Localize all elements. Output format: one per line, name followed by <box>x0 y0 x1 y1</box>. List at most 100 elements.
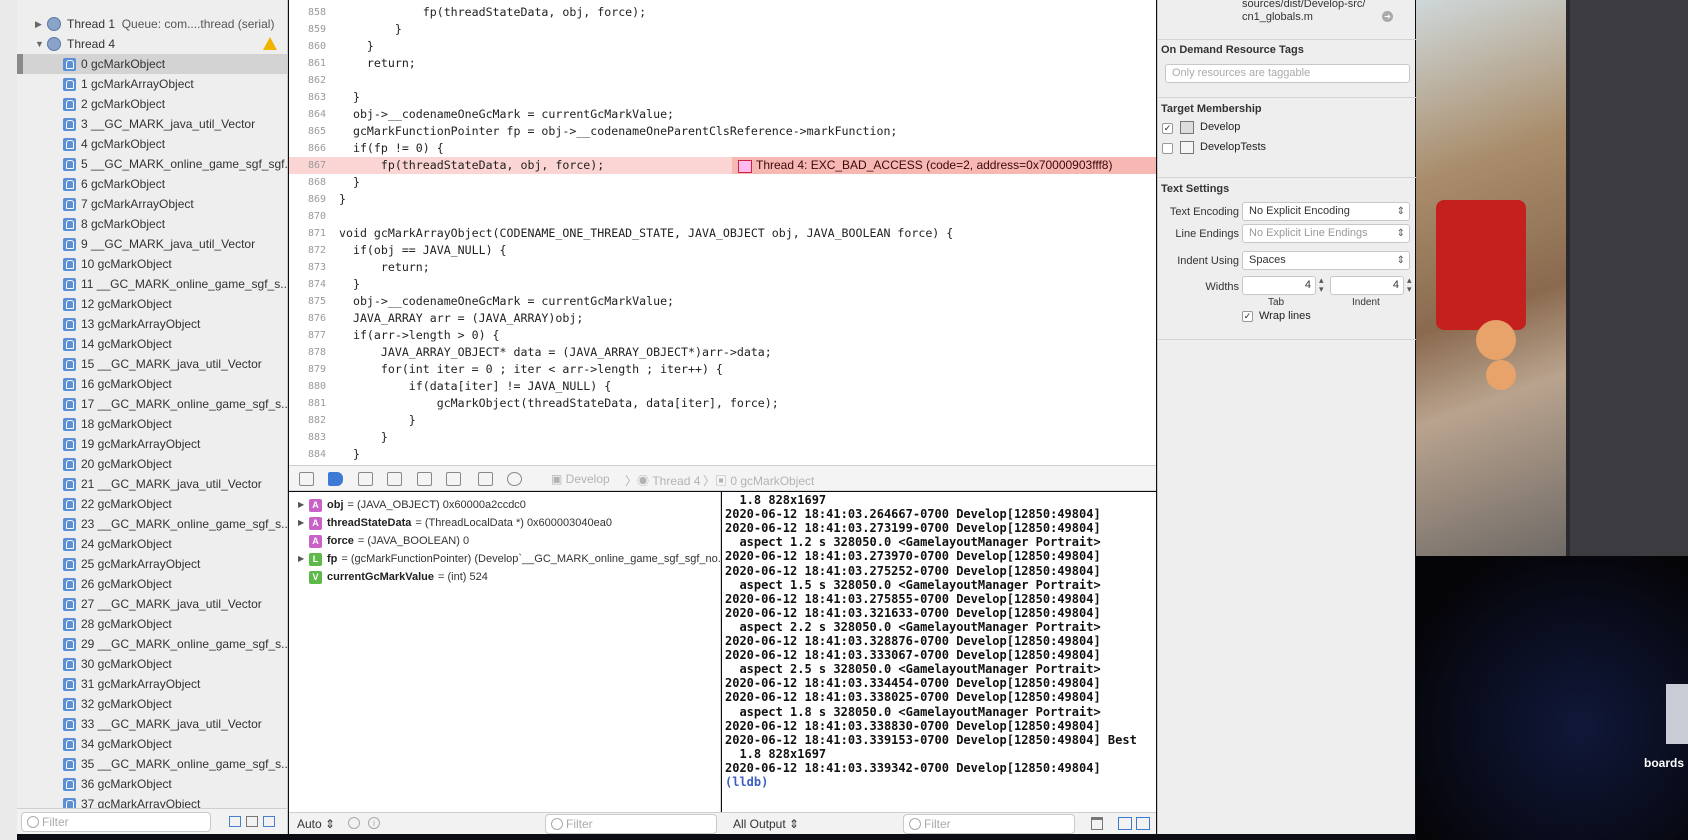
odr-tags-input[interactable]: Only resources are taggable <box>1165 64 1410 83</box>
stack-frame-row[interactable]: 1 gcMarkArrayObject <box>17 74 287 94</box>
stack-frame-row[interactable]: 12 gcMarkObject <box>17 294 287 314</box>
code-line[interactable]: 880 if(data[iter] != JAVA_NULL) { <box>289 378 1156 395</box>
code-line[interactable]: 882 } <box>289 412 1156 429</box>
variable-row[interactable]: ▶ Aobj = (JAVA_OBJECT) 0x60000a2ccdc0 <box>289 496 721 514</box>
code-line[interactable]: 883 } <box>289 429 1156 446</box>
variable-row[interactable]: ▶ Lfp = (gcMarkFunctionPointer) (Develop`_… <box>289 550 727 568</box>
code-line[interactable]: 863 } <box>289 89 1156 106</box>
code-line[interactable]: 869} <box>289 191 1156 208</box>
view-hierarchy-icon[interactable] <box>478 472 493 486</box>
target-developtests-checkbox[interactable] <box>1162 143 1173 154</box>
code-line[interactable]: 866 if(fp != 0) { <box>289 140 1156 157</box>
code-line[interactable]: 862 <box>289 72 1156 89</box>
text-encoding-popup[interactable]: No Explicit Encoding <box>1242 202 1410 221</box>
wrap-lines-checkbox[interactable]: ✓ <box>1242 311 1253 322</box>
desktop-file-label[interactable]: boards <box>1644 756 1684 770</box>
step-into-icon[interactable] <box>417 472 432 486</box>
code-line[interactable]: 874 } <box>289 276 1156 293</box>
reveal-in-finder-icon[interactable]: ➜ <box>1382 11 1393 22</box>
breakpoints-toggle-icon[interactable] <box>328 472 343 486</box>
filter-options-icon[interactable] <box>229 816 241 827</box>
indent-width-stepper[interactable]: ▴ ▾ <box>1407 276 1412 294</box>
code-line[interactable]: 861 return; <box>289 55 1156 72</box>
code-line[interactable]: 859 } <box>289 21 1156 38</box>
target-develop-checkbox[interactable]: ✓ <box>1162 123 1173 134</box>
variable-row[interactable]: VcurrentGcMarkValue = (int) 524 <box>289 568 721 586</box>
line-endings-popup[interactable]: No Explicit Line Endings <box>1242 224 1410 243</box>
desktop-file-icon[interactable] <box>1666 684 1688 744</box>
variables-scope-popup[interactable]: Auto ⇕ <box>297 817 335 831</box>
step-over-icon[interactable] <box>387 472 402 486</box>
code-line[interactable]: 871 void gcMarkArrayObject(CODENAME_ONE_T… <box>289 225 1156 242</box>
stack-frame-row[interactable]: 0 gcMarkObject <box>17 54 287 74</box>
variable-row[interactable]: Aforce = (JAVA_BOOLEAN) 0 <box>289 532 721 550</box>
code-line[interactable]: 870 <box>289 208 1156 225</box>
stack-frame-row[interactable]: 32 gcMarkObject <box>17 694 287 714</box>
output-popup[interactable]: All Output ⇕ <box>733 817 799 831</box>
disclosure-right-icon[interactable]: ▶ <box>298 514 304 532</box>
source-editor[interactable]: 858 fp(threadStateData, obj, force); 859 … <box>289 0 1156 465</box>
stack-frame-row[interactable]: 34 gcMarkObject <box>17 734 287 754</box>
code-line[interactable]: 865 gcMarkFunctionPointer fp = obj->__co… <box>289 123 1156 140</box>
stack-frame-row[interactable]: 2 gcMarkObject <box>17 94 287 114</box>
memory-graph-icon[interactable] <box>507 472 522 486</box>
stack-frame-row[interactable]: 36 gcMarkObject <box>17 774 287 794</box>
code-line[interactable]: 878 JAVA_ARRAY_OBJECT* data = (JAVA_ARRA… <box>289 344 1156 361</box>
step-out-icon[interactable] <box>446 472 461 486</box>
code-line[interactable]: 868 } <box>289 174 1156 191</box>
stack-frame-row[interactable]: 35 __GC_MARK_online_game_sgf_s... <box>17 754 287 774</box>
stack-frame-row[interactable]: 7 gcMarkArrayObject <box>17 194 287 214</box>
stack-frame-row[interactable]: 10 gcMarkObject <box>17 254 287 274</box>
stack-frame-row[interactable]: 14 gcMarkObject <box>17 334 287 354</box>
stack-frame-row[interactable]: 11 __GC_MARK_online_game_sgf_s... <box>17 274 287 294</box>
thread-1-row[interactable]: ▶ Thread 1 Queue: com....thread (serial) <box>17 14 287 34</box>
code-line[interactable]: 877 if(arr->length > 0) { <box>289 327 1156 344</box>
disclosure-right-icon[interactable]: ▶ <box>35 14 42 34</box>
stack-frame-row[interactable]: 27 __GC_MARK_java_util_Vector <box>17 594 287 614</box>
thread-4-row[interactable]: ▼ Thread 4 <box>17 34 287 54</box>
stack-frame-row[interactable]: 25 gcMarkArrayObject <box>17 554 287 574</box>
hide-debug-area-icon[interactable] <box>299 472 314 486</box>
disclosure-right-icon[interactable]: ▶ <box>298 496 304 514</box>
error-annotation[interactable]: Thread 4: EXC_BAD_ACCESS (code=2, addres… <box>732 157 1156 174</box>
trash-icon[interactable] <box>1091 817 1103 830</box>
navigator-filter-input[interactable]: Filter <box>21 812 211 832</box>
continue-icon[interactable] <box>358 472 373 486</box>
stack-frame-row[interactable]: 31 gcMarkArrayObject <box>17 674 287 694</box>
code-line[interactable]: 881 gcMarkObject(threadStateData, data[i… <box>289 395 1156 412</box>
code-line[interactable]: 873 return; <box>289 259 1156 276</box>
console-filter-input[interactable]: Filter <box>903 814 1075 834</box>
code-line[interactable]: 864 obj->__codenameOneGcMark = currentGc… <box>289 106 1156 123</box>
stack-frame-row[interactable]: 30 gcMarkObject <box>17 654 287 674</box>
stack-frame-row[interactable]: 15 __GC_MARK_java_util_Vector <box>17 354 287 374</box>
code-line[interactable]: 858 fp(threadStateData, obj, force); <box>289 4 1156 21</box>
code-line[interactable]: 872 if(obj == JAVA_NULL) { <box>289 242 1156 259</box>
show-console-icon[interactable] <box>1136 817 1150 830</box>
quick-look-icon[interactable] <box>348 817 360 829</box>
stack-frame-row[interactable]: 24 gcMarkObject <box>17 534 287 554</box>
tab-width-stepper[interactable]: ▴ ▾ <box>1319 276 1324 294</box>
stack-frame-row[interactable]: 16 gcMarkObject <box>17 374 287 394</box>
stack-frame-row[interactable]: 21 __GC_MARK_java_util_Vector <box>17 474 287 494</box>
console-output[interactable]: 1.8 828x1697 2020-06-12 18:41:03.264667-0… <box>722 492 1156 812</box>
stack-frame-row[interactable]: 13 gcMarkArrayObject <box>17 314 287 334</box>
stack-frame-row[interactable]: 29 __GC_MARK_online_game_sgf_s... <box>17 634 287 654</box>
filter-thread-icon[interactable] <box>263 816 275 827</box>
variable-row[interactable]: ▶ AthreadStateData = (ThreadLocalData *) 0… <box>289 514 721 532</box>
stack-frame-row[interactable]: 28 gcMarkObject <box>17 614 287 634</box>
stack-frame-row[interactable]: 17 __GC_MARK_online_game_sgf_s... <box>17 394 287 414</box>
disclosure-right-icon[interactable]: ▶ <box>298 550 304 568</box>
indent-using-popup[interactable]: Spaces <box>1242 251 1410 270</box>
indent-width-field[interactable]: 4 <box>1330 276 1404 295</box>
code-line[interactable]: 860 } <box>289 38 1156 55</box>
breadcrumb-thread[interactable]: 〉◉ Thread 4 <box>625 472 700 489</box>
stack-frame-row[interactable]: 8 gcMarkObject <box>17 214 287 234</box>
stack-frame-row[interactable]: 26 gcMarkObject <box>17 574 287 594</box>
stack-frame-row[interactable]: 4 gcMarkObject <box>17 134 287 154</box>
stack-frame-row[interactable]: 22 gcMarkObject <box>17 494 287 514</box>
stack-frame-row[interactable]: 5 __GC_MARK_online_game_sgf_sgf... <box>17 154 287 174</box>
code-line[interactable]: 867 fp(threadStateData, obj, force); Thre… <box>289 157 1156 174</box>
breadcrumb-project[interactable]: ▣ Develop <box>551 472 610 486</box>
disclosure-down-icon[interactable]: ▼ <box>35 34 44 54</box>
stack-frame-row[interactable]: 19 gcMarkArrayObject <box>17 434 287 454</box>
